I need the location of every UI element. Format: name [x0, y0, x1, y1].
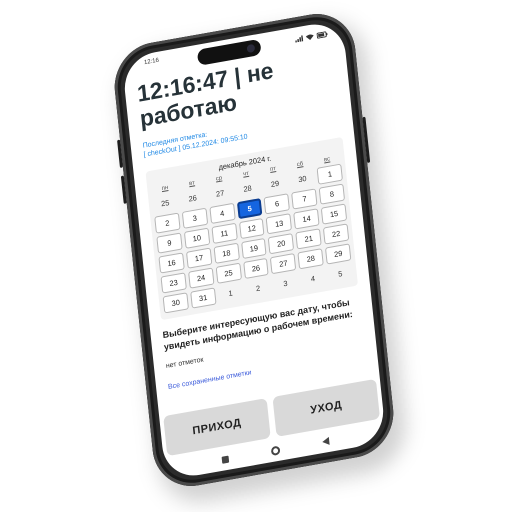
calendar-day[interactable]: 2 — [245, 278, 271, 299]
volume-down-button — [120, 175, 127, 204]
calendar-day[interactable]: 22 — [323, 223, 350, 245]
calendar-day[interactable]: 3 — [272, 273, 298, 294]
calendar-day[interactable]: 11 — [211, 222, 238, 245]
calendar-day[interactable]: 27 — [270, 252, 297, 275]
calendar-day[interactable]: 17 — [185, 247, 213, 269]
calendar-day[interactable]: 10 — [183, 227, 210, 249]
home-icon[interactable] — [270, 445, 280, 456]
calendar-day[interactable]: 30 — [162, 292, 189, 314]
calendar-day[interactable]: 16 — [158, 252, 185, 274]
calendar-day[interactable]: 26 — [242, 257, 270, 280]
calendar-day[interactable]: 26 — [180, 188, 206, 209]
calendar-day[interactable]: 25 — [215, 262, 242, 284]
calendar-day[interactable]: 29 — [262, 173, 288, 194]
calendar-day[interactable]: 20 — [268, 233, 295, 255]
calendar-day[interactable]: 2 — [154, 212, 181, 234]
calendar-day[interactable]: 3 — [181, 207, 208, 229]
calendar-day[interactable]: 19 — [240, 237, 267, 260]
status-time: 12:16 — [143, 57, 160, 67]
calendar-day[interactable]: 9 — [156, 232, 183, 254]
calendar-day[interactable]: 23 — [160, 272, 187, 294]
scene: 12:16 12:16:47 | не работаю Последняя от… — [0, 0, 512, 512]
battery-icon — [316, 31, 328, 39]
calendar-day[interactable]: 14 — [293, 208, 320, 230]
calendar-day[interactable]: 5 — [327, 263, 353, 284]
calendar-day[interactable]: 15 — [320, 203, 348, 225]
calendar-day[interactable]: 29 — [325, 243, 352, 265]
calendar: декабрь 2024 г. пн вт ср чт пт сб вс 25 2… — [145, 136, 359, 321]
phone-frame: 12:16 12:16:47 | не работаю Последняя от… — [110, 7, 398, 493]
calendar-day-selected[interactable]: 5 — [236, 197, 263, 220]
calendar-day[interactable]: 4 — [300, 268, 326, 289]
calendar-day[interactable]: 7 — [291, 188, 318, 210]
calendar-day[interactable]: 6 — [263, 193, 291, 215]
calendar-day[interactable]: 13 — [266, 213, 293, 235]
calendar-day[interactable]: 25 — [152, 193, 178, 214]
signal-icon — [295, 35, 304, 43]
phone-screen: 12:16 12:16:47 | не работаю Последняя от… — [121, 19, 387, 481]
calendar-day[interactable]: 24 — [187, 267, 215, 289]
calendar-day[interactable]: 1 — [316, 163, 343, 185]
calendar-day[interactable]: 28 — [297, 248, 324, 270]
calendar-day[interactable]: 18 — [213, 242, 240, 264]
calendar-day[interactable]: 12 — [238, 217, 265, 240]
calendar-day[interactable]: 21 — [295, 228, 322, 250]
main-content: 12:16:47 | не работаю Последняя отметка:… — [135, 41, 365, 391]
calendar-day[interactable]: 28 — [234, 178, 260, 199]
calendar-day[interactable]: 8 — [318, 183, 346, 205]
back-icon[interactable] — [321, 436, 330, 447]
wifi-icon — [305, 34, 314, 41]
recent-apps-icon[interactable] — [221, 455, 229, 464]
calendar-day[interactable]: 27 — [207, 183, 233, 204]
calendar-day[interactable]: 30 — [289, 168, 315, 189]
volume-up-button — [117, 139, 123, 169]
calendar-day[interactable]: 4 — [209, 202, 236, 225]
calendar-day[interactable]: 1 — [217, 283, 243, 304]
camera-icon — [246, 43, 256, 54]
calendar-day[interactable]: 31 — [190, 287, 217, 309]
